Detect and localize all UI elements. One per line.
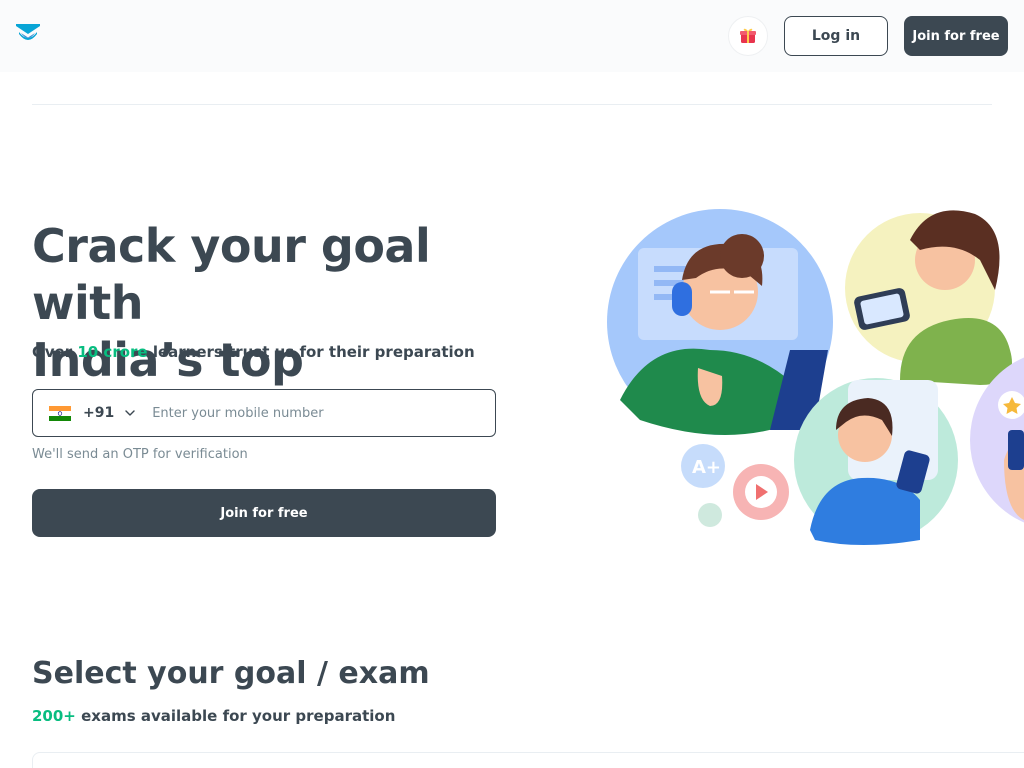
otp-note: We'll send an OTP for verification [32, 447, 248, 462]
join-for-free-button[interactable]: Join for free [32, 489, 496, 537]
boy-with-headphones-illustration [607, 209, 833, 435]
hero-subtitle-prefix: Over [32, 343, 78, 361]
select-goal-heading: Select your goal / exam [32, 656, 430, 691]
unacademy-logo[interactable] [16, 24, 40, 44]
hero-subtitle-suffix: learners trust us for their preparation [147, 343, 475, 361]
play-video-icon [733, 464, 789, 520]
join-for-free-header-button[interactable]: Join for free [904, 16, 1008, 56]
login-button[interactable]: Log in [784, 16, 888, 56]
decor-dot-icon [698, 503, 722, 527]
hero-title-line-1: Crack your goal with [32, 219, 431, 330]
mobile-number-input[interactable] [152, 405, 473, 421]
exam-count: 200+ [32, 707, 76, 725]
goal-subtitle: 200+ exams available for your preparatio… [32, 707, 395, 725]
educators-illustration: A+ [607, 209, 1024, 545]
girl-with-phone-illustration [794, 378, 958, 545]
header-divider [32, 104, 992, 105]
gift-button[interactable] [728, 16, 768, 56]
hero-subtitle: Over 10 crore learners trust us for thei… [32, 343, 475, 361]
chevron-down-icon[interactable] [124, 407, 136, 419]
learner-count: 10 crore [77, 343, 148, 361]
grade-badge-icon: A+ [681, 444, 725, 488]
goal-subtitle-suffix: exams available for your preparation [75, 707, 396, 725]
top-header: Log in Join for free [0, 0, 1024, 72]
gift-icon [740, 28, 756, 43]
goal-search-card[interactable] [32, 752, 1024, 768]
woman-with-tablet-illustration [845, 210, 1012, 385]
india-flag-icon[interactable] [49, 405, 71, 421]
mobile-number-field[interactable]: +91 [32, 389, 496, 437]
country-code[interactable]: +91 [83, 405, 114, 421]
svg-text:A+: A+ [692, 457, 721, 478]
